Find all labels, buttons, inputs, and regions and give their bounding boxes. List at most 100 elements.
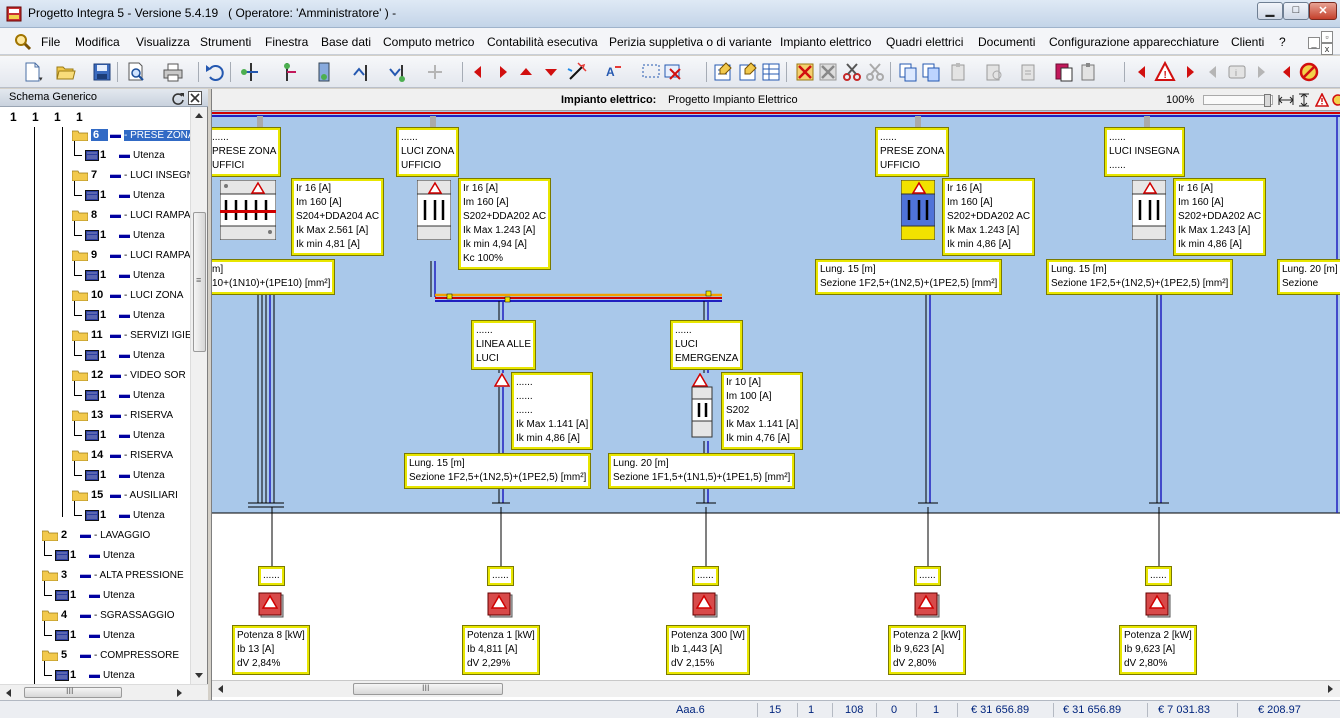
print-preview-icon[interactable] xyxy=(125,61,147,83)
load-box-5[interactable]: Potenza 2 [kW] Ib 9,623 [A] dV 2,80% xyxy=(1119,625,1197,675)
print-icon[interactable] xyxy=(162,61,184,83)
load-5-label-box[interactable]: ...... xyxy=(1145,566,1172,586)
delete-selection-icon[interactable] xyxy=(662,61,684,83)
cable-box-5[interactable]: Lung. 15 [m] Sezione 1F2,5+(1N2,5)+(1PE2,… xyxy=(403,453,592,489)
load-symbol-icon[interactable] xyxy=(914,592,942,620)
tree-node-circuit[interactable]: 9 ▬ - LUCI RAMPA xyxy=(72,249,190,267)
tree-node-utenza[interactable]: 1 ▬ Utenza xyxy=(55,629,135,647)
load-box-2[interactable]: Potenza 1 [kW] Ib 4,811 [A] dV 2,29% xyxy=(462,625,540,675)
tree-node-utenza[interactable]: 1 ▬ Utenza xyxy=(85,509,165,527)
protection-box-5[interactable]: .................. Ik Max 1.141 [A] Ik min… xyxy=(510,372,594,450)
menu-base-dati[interactable]: Base dati xyxy=(321,35,371,49)
menu-quadri-elettrici[interactable]: Quadri elettrici xyxy=(886,35,963,49)
menu-help[interactable]: ? xyxy=(1279,35,1286,49)
tree-node-circuit[interactable]: 7 ▬- LUCI INSEGNA xyxy=(72,169,190,187)
zoom-slider[interactable] xyxy=(1203,94,1273,107)
menu-visualizza[interactable]: Visualizza xyxy=(136,35,190,49)
load-1-label-box[interactable]: ...... xyxy=(258,566,285,586)
tree-node-utenza[interactable]: 1 ▬ Utenza xyxy=(55,669,135,684)
cable-box-4[interactable]: Lung. 20 [m] Sezione xyxy=(1277,259,1340,295)
cable-box-6[interactable]: Lung. 20 [m] Sezione 1F1,5+(1N1,5)+(1PE1,… xyxy=(607,453,796,489)
arrow-left-icon[interactable] xyxy=(467,61,489,83)
warning-icon[interactable]: ! xyxy=(1154,61,1176,83)
save-icon[interactable] xyxy=(91,61,113,83)
refresh-icon[interactable] xyxy=(171,91,185,105)
arrow-down-icon[interactable] xyxy=(540,61,562,83)
close-panel-icon[interactable] xyxy=(188,91,202,105)
tree-node-circuit[interactable]: 14 ▬ - RISERVA xyxy=(72,449,173,467)
load-symbol-icon[interactable] xyxy=(258,592,286,620)
tree-node-utenza[interactable]: 1 ▬ Utenza xyxy=(85,389,165,407)
tree-node-circuit[interactable]: 2 ▬ - LAVAGGIO xyxy=(42,529,150,547)
menu-documenti[interactable]: Documenti xyxy=(978,35,1035,49)
tree-node-utenza[interactable]: 1 ▬ Utenza xyxy=(85,149,165,167)
cut-disabled-icon[interactable] xyxy=(864,61,886,83)
tree-node-utenza[interactable]: 1 ▬ Utenza xyxy=(85,309,165,327)
delete-red-icon[interactable] xyxy=(794,61,816,83)
next-gray-icon[interactable] xyxy=(1250,61,1272,83)
warning-icon[interactable] xyxy=(1315,93,1329,107)
maximize-button[interactable]: □ xyxy=(1283,2,1309,20)
tree-node-circuit[interactable]: 15 ▬ - AUSILIARI xyxy=(72,489,178,507)
move-up-circuit-icon[interactable] xyxy=(350,61,372,83)
tree-node-utenza[interactable]: 1 ▬ Utenza xyxy=(85,469,165,487)
move-down-circuit-icon[interactable] xyxy=(386,61,408,83)
new-document-icon[interactable]: ▾ xyxy=(21,61,43,83)
protection-box-4[interactable]: Ir 16 [A] Im 160 [A] S202+DDA202 AC Ik Max … xyxy=(1172,178,1267,256)
tree-node-circuit[interactable]: 11 ▬ - SERVIZI IGIE xyxy=(72,329,190,347)
delete-gray-icon[interactable] xyxy=(817,61,839,83)
table-edit-icon[interactable] xyxy=(760,61,782,83)
search-icon[interactable] xyxy=(14,33,32,51)
tree-node-utenza[interactable]: 1 ▬ Utenza xyxy=(85,229,165,247)
tree-node-utenza[interactable]: 1 ▬ Utenza xyxy=(85,429,165,447)
load-symbol-icon[interactable] xyxy=(692,592,720,620)
edit-notes-icon[interactable] xyxy=(737,61,759,83)
sidebar-vertical-scrollbar[interactable]: ≡ xyxy=(190,107,207,684)
protection-box-6[interactable]: Ir 10 [A] Im 100 [A] S202 Ik Max 1.141 [A] I… xyxy=(720,372,804,450)
color-wand-icon[interactable] xyxy=(566,61,588,83)
stop-icon[interactable] xyxy=(1298,61,1320,83)
edit-properties-icon[interactable] xyxy=(712,61,734,83)
minimize-button[interactable]: ▁ xyxy=(1257,2,1283,20)
scroll-right-icon[interactable] xyxy=(176,688,184,698)
copy-special-icon[interactable] xyxy=(920,61,942,83)
menu-contabilita-esecutiva[interactable]: Contabilità esecutiva xyxy=(487,35,598,49)
tree-node-circuit[interactable]: 8 ▬ - LUCI RAMPA xyxy=(72,209,190,227)
prev-red-icon[interactable] xyxy=(1131,61,1153,83)
add-device-icon[interactable] xyxy=(313,61,335,83)
clipboard-icon[interactable] xyxy=(1053,61,1075,83)
load-box-4[interactable]: Potenza 2 [kW] Ib 9,623 [A] dV 2,80% xyxy=(888,625,966,675)
load-3-label-box[interactable]: ...... xyxy=(692,566,719,586)
menu-strumenti[interactable]: Strumenti xyxy=(200,35,251,49)
circuit-name-box-luci-zona-ufficio[interactable]: ...... LUCI ZONA UFFICIO xyxy=(395,127,460,177)
menu-perizia-suppletiva[interactable]: Perizia suppletiva o di variante xyxy=(609,35,772,49)
mdi-restore-button[interactable]: ▫ xyxy=(1321,31,1333,43)
tree-node-utenza[interactable]: 1 ▬ Utenza xyxy=(55,589,135,607)
tree-node-circuit[interactable]: 10 ▬ - LUCI ZONA xyxy=(72,289,183,307)
sidebar-horizontal-scrollbar[interactable]: III xyxy=(0,684,208,700)
paste-disabled-icon[interactable] xyxy=(948,61,970,83)
tree-node-utenza[interactable]: 1 ▬ Utenza xyxy=(85,349,165,367)
clipboard-options-icon[interactable] xyxy=(1078,61,1100,83)
arrow-right-icon[interactable] xyxy=(492,61,514,83)
info-disabled-icon[interactable]: i xyxy=(1226,61,1248,83)
scroll-left-icon[interactable] xyxy=(216,684,224,694)
circuit-name-box-luci-emergenza[interactable]: ...... LUCI EMERGENZA xyxy=(669,320,744,370)
copy-icon[interactable] xyxy=(897,61,919,83)
disabled-tool-icon[interactable] xyxy=(424,61,446,83)
menu-computo-metrico[interactable]: Computo metrico xyxy=(383,35,474,49)
select-area-icon[interactable] xyxy=(640,61,662,83)
undo-icon[interactable] xyxy=(204,61,226,83)
circuit-name-box-prese-zona-uffici[interactable]: ...... PRESE ZONA UFFICI xyxy=(212,127,282,177)
zoom-slider-thumb[interactable] xyxy=(1264,94,1271,107)
tree-node-circuit[interactable]: 13 ▬ - RISERVA xyxy=(72,409,173,427)
menu-impianto-elettrico[interactable]: Impianto elettrico xyxy=(780,35,871,49)
menu-finestra[interactable]: Finestra xyxy=(265,35,308,49)
cable-box-1[interactable]: m] 10+(1N10)+(1PE10) [mm²] xyxy=(212,259,336,295)
fit-width-icon[interactable] xyxy=(1278,93,1294,107)
scroll-right-icon[interactable] xyxy=(1327,684,1335,694)
circuit-name-box-linea-alle-luci[interactable]: ...... LINEA ALLE LUCI xyxy=(470,320,537,370)
add-branch-icon[interactable] xyxy=(276,61,298,83)
tree-node-circuit[interactable]: 5 ▬ - COMPRESSORE xyxy=(42,649,179,667)
cable-box-2[interactable]: Lung. 15 [m] Sezione 1F2,5+(1N2,5)+(1PE2,… xyxy=(814,259,1003,295)
